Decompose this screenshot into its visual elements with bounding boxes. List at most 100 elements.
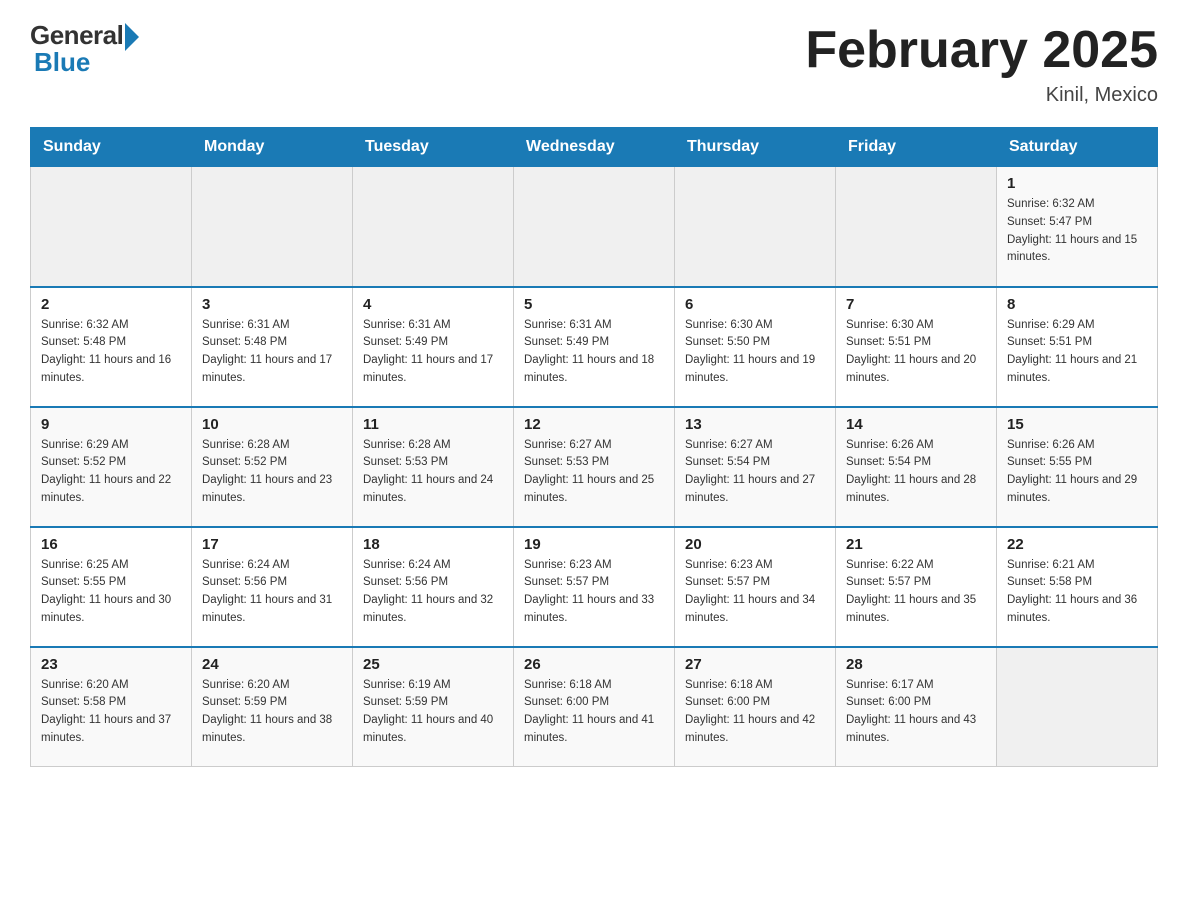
day-cell: 21 Sunrise: 6:22 AMSunset: 5:57 PMDayligh…	[836, 527, 997, 647]
day-number: 15	[1007, 416, 1147, 433]
day-cell	[836, 167, 997, 287]
week-row-2: 2 Sunrise: 6:32 AMSunset: 5:48 PMDaylight…	[31, 287, 1158, 407]
day-cell: 12Sunrise: 6:27 AMSunset: 5:53 PMDayligh…	[514, 407, 675, 527]
day-number: 10	[202, 416, 342, 433]
day-info: Sunrise: 6:31 AMSunset: 5:48 PMDaylight:…	[202, 317, 342, 388]
day-number: 6	[685, 296, 825, 313]
day-number: 19	[524, 536, 664, 553]
day-number: 13	[685, 416, 825, 433]
day-number: 5	[524, 296, 664, 313]
day-info: Sunrise: 6:26 AMSunset: 5:55 PMDaylight:…	[1007, 437, 1147, 508]
day-info: Sunrise: 6:23 AMSunset: 5:57 PMDaylight:…	[524, 557, 664, 628]
day-info: Sunrise: 6:28 AMSunset: 5:53 PMDaylight:…	[363, 437, 503, 508]
day-number: 14	[846, 416, 986, 433]
day-number: 24	[202, 656, 342, 673]
day-cell: 13 Sunrise: 6:27 AMSunset: 5:54 PMDayligh…	[675, 407, 836, 527]
day-number: 25	[363, 656, 503, 673]
day-cell: 19 Sunrise: 6:23 AMSunset: 5:57 PMDayligh…	[514, 527, 675, 647]
day-info: Sunrise: 6:29 AMSunset: 5:51 PMDaylight:…	[1007, 317, 1147, 388]
day-info: Sunrise: 6:32 AMSunset: 5:48 PMDaylight:…	[41, 317, 181, 388]
day-info: Sunrise: 6:20 AMSunset: 5:58 PMDaylight:…	[41, 677, 181, 748]
day-info: Sunrise: 6:30 AMSunset: 5:50 PMDaylight:…	[685, 317, 825, 388]
day-info: Sunrise: 6:24 AMSunset: 5:56 PMDaylight:…	[363, 557, 503, 628]
day-number: 20	[685, 536, 825, 553]
day-cell: 25 Sunrise: 6:19 AMSunset: 5:59 PMDayligh…	[353, 647, 514, 767]
day-cell: 2 Sunrise: 6:32 AMSunset: 5:48 PMDaylight…	[31, 287, 192, 407]
day-number: 26	[524, 656, 664, 673]
day-cell: 1 Sunrise: 6:32 AMSunset: 5:47 PMDaylight…	[997, 167, 1158, 287]
day-number: 28	[846, 656, 986, 673]
col-header-tuesday: Tuesday	[353, 128, 514, 167]
day-info: Sunrise: 6:24 AMSunset: 5:56 PMDaylight:…	[202, 557, 342, 628]
day-number: 7	[846, 296, 986, 313]
day-cell: 14 Sunrise: 6:26 AMSunset: 5:54 PMDayligh…	[836, 407, 997, 527]
day-info: Sunrise: 6:21 AMSunset: 5:58 PMDaylight:…	[1007, 557, 1147, 628]
day-cell: 5 Sunrise: 6:31 AMSunset: 5:49 PMDaylight…	[514, 287, 675, 407]
day-info: Sunrise: 6:29 AMSunset: 5:52 PMDaylight:…	[41, 437, 181, 508]
day-info: Sunrise: 6:20 AMSunset: 5:59 PMDaylight:…	[202, 677, 342, 748]
col-header-friday: Friday	[836, 128, 997, 167]
day-number: 18	[363, 536, 503, 553]
day-cell: 7 Sunrise: 6:30 AMSunset: 5:51 PMDaylight…	[836, 287, 997, 407]
day-cell: 11 Sunrise: 6:28 AMSunset: 5:53 PMDayligh…	[353, 407, 514, 527]
day-cell: 9 Sunrise: 6:29 AMSunset: 5:52 PMDaylight…	[31, 407, 192, 527]
day-cell: 15 Sunrise: 6:26 AMSunset: 5:55 PMDayligh…	[997, 407, 1158, 527]
day-cell	[997, 647, 1158, 767]
day-cell: 8Sunrise: 6:29 AMSunset: 5:51 PMDaylight…	[997, 287, 1158, 407]
day-cell: 26 Sunrise: 6:18 AMSunset: 6:00 PMDayligh…	[514, 647, 675, 767]
header-row: SundayMondayTuesdayWednesdayThursdayFrid…	[31, 128, 1158, 167]
day-info: Sunrise: 6:18 AMSunset: 6:00 PMDaylight:…	[685, 677, 825, 748]
logo-arrow-icon	[125, 23, 139, 51]
day-number: 17	[202, 536, 342, 553]
day-number: 21	[846, 536, 986, 553]
day-number: 11	[363, 416, 503, 433]
day-cell: 23 Sunrise: 6:20 AMSunset: 5:58 PMDayligh…	[31, 647, 192, 767]
day-info: Sunrise: 6:23 AMSunset: 5:57 PMDaylight:…	[685, 557, 825, 628]
day-number: 27	[685, 656, 825, 673]
day-number: 3	[202, 296, 342, 313]
day-cell: 22 Sunrise: 6:21 AMSunset: 5:58 PMDayligh…	[997, 527, 1158, 647]
title-block: February 2025 Kinil, Mexico	[805, 20, 1158, 107]
day-number: 9	[41, 416, 181, 433]
day-info: Sunrise: 6:30 AMSunset: 5:51 PMDaylight:…	[846, 317, 986, 388]
day-cell: 28 Sunrise: 6:17 AMSunset: 6:00 PMDayligh…	[836, 647, 997, 767]
day-info: Sunrise: 6:17 AMSunset: 6:00 PMDaylight:…	[846, 677, 986, 748]
day-cell: 16 Sunrise: 6:25 AMSunset: 5:55 PMDayligh…	[31, 527, 192, 647]
day-info: Sunrise: 6:25 AMSunset: 5:55 PMDaylight:…	[41, 557, 181, 628]
day-cell: 3 Sunrise: 6:31 AMSunset: 5:48 PMDaylight…	[192, 287, 353, 407]
day-number: 12	[524, 416, 664, 433]
page-header: General Blue February 2025 Kinil, Mexico	[30, 20, 1158, 107]
day-number: 16	[41, 536, 181, 553]
day-cell: 24 Sunrise: 6:20 AMSunset: 5:59 PMDayligh…	[192, 647, 353, 767]
logo-blue-text: Blue	[30, 47, 90, 78]
col-header-sunday: Sunday	[31, 128, 192, 167]
day-info: Sunrise: 6:31 AMSunset: 5:49 PMDaylight:…	[524, 317, 664, 388]
day-info: Sunrise: 6:28 AMSunset: 5:52 PMDaylight:…	[202, 437, 342, 508]
day-number: 1	[1007, 175, 1147, 192]
day-cell: 20 Sunrise: 6:23 AMSunset: 5:57 PMDayligh…	[675, 527, 836, 647]
day-info: Sunrise: 6:18 AMSunset: 6:00 PMDaylight:…	[524, 677, 664, 748]
day-info: Sunrise: 6:19 AMSunset: 5:59 PMDaylight:…	[363, 677, 503, 748]
day-number: 2	[41, 296, 181, 313]
day-info: Sunrise: 6:22 AMSunset: 5:57 PMDaylight:…	[846, 557, 986, 628]
day-info: Sunrise: 6:32 AMSunset: 5:47 PMDaylight:…	[1007, 196, 1147, 267]
day-cell	[675, 167, 836, 287]
day-number: 23	[41, 656, 181, 673]
day-info: Sunrise: 6:31 AMSunset: 5:49 PMDaylight:…	[363, 317, 503, 388]
week-row-1: 1 Sunrise: 6:32 AMSunset: 5:47 PMDaylight…	[31, 167, 1158, 287]
day-cell	[353, 167, 514, 287]
day-number: 4	[363, 296, 503, 313]
day-info: Sunrise: 6:26 AMSunset: 5:54 PMDaylight:…	[846, 437, 986, 508]
col-header-monday: Monday	[192, 128, 353, 167]
day-number: 22	[1007, 536, 1147, 553]
day-cell	[514, 167, 675, 287]
calendar-title: February 2025	[805, 20, 1158, 80]
day-info: Sunrise: 6:27 AMSunset: 5:54 PMDaylight:…	[685, 437, 825, 508]
day-cell: 27 Sunrise: 6:18 AMSunset: 6:00 PMDayligh…	[675, 647, 836, 767]
day-cell: 18 Sunrise: 6:24 AMSunset: 5:56 PMDayligh…	[353, 527, 514, 647]
week-row-3: 9 Sunrise: 6:29 AMSunset: 5:52 PMDaylight…	[31, 407, 1158, 527]
col-header-wednesday: Wednesday	[514, 128, 675, 167]
day-cell	[31, 167, 192, 287]
logo: General Blue	[30, 20, 139, 78]
day-cell: 4 Sunrise: 6:31 AMSunset: 5:49 PMDaylight…	[353, 287, 514, 407]
